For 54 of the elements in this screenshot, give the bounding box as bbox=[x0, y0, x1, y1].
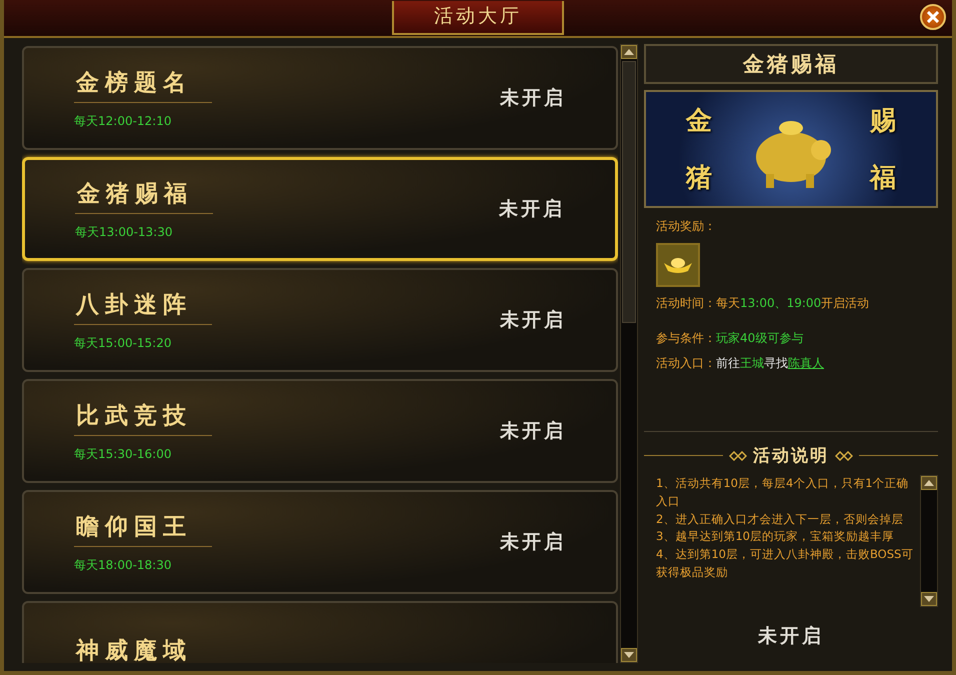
activity-name: 神威魔域 bbox=[74, 635, 212, 663]
info-line: 活动入口：前往王城寻找陈真人 bbox=[656, 354, 825, 372]
scroll-down-button[interactable] bbox=[921, 592, 937, 606]
activity-time: 每天15:30-16:00 bbox=[74, 446, 172, 462]
activity-name: 金猪赐福 bbox=[75, 178, 213, 214]
banner-text: 猪 bbox=[686, 162, 712, 195]
info-line: 活动时间：每天13:00、19:00开启活动 bbox=[656, 295, 870, 312]
activity-name: 比武竞技 bbox=[74, 400, 212, 436]
activity-time: 每天12:00-12:10 bbox=[74, 112, 172, 130]
activity-row[interactable]: 瞻仰国王 每天18:00-18:30 未开启 bbox=[22, 490, 618, 594]
up-arrow-icon bbox=[924, 480, 934, 486]
info-line: 参与条件：玩家40级可参与 bbox=[656, 330, 804, 347]
down-arrow-icon bbox=[924, 596, 934, 602]
activity-row[interactable]: 金猪赐福 每天13:00-13:30 未开启 bbox=[22, 157, 618, 261]
activity-name: 八卦迷阵 bbox=[74, 288, 212, 324]
scrollbar[interactable] bbox=[920, 475, 938, 607]
banner-text: 金 bbox=[686, 105, 712, 138]
description-text: 1、活动共有10层，每层4个入口，只有1个正确入口 bbox=[656, 475, 910, 510]
activity-row[interactable]: 八卦迷阵 每天15:00-15:20 未开启 bbox=[22, 268, 618, 372]
activity-time: 每天15:00-15:20 bbox=[74, 334, 172, 352]
scroll-up-button[interactable] bbox=[921, 476, 937, 490]
ingot-icon bbox=[662, 255, 694, 275]
activity-row[interactable]: 比武竞技 每天15:30-16:00 未开启 bbox=[22, 379, 618, 483]
activity-time: 每天13:00-13:30 bbox=[75, 224, 174, 240]
description-text: 4、达到第10层，可进入八卦神殿，击败BOSS可获得极品奖励 bbox=[656, 546, 914, 582]
activity-status: 未开启 bbox=[758, 624, 824, 649]
activity-name: 金榜题名 bbox=[74, 66, 212, 102]
activity-name: 瞻仰国王 bbox=[74, 510, 212, 546]
ornament-icon bbox=[729, 450, 747, 460]
activity-title: 金猪赐福 bbox=[644, 44, 938, 84]
close-button[interactable] bbox=[920, 4, 946, 30]
activity-time: 每天18:00-18:30 bbox=[74, 556, 172, 574]
reward-slot[interactable] bbox=[656, 243, 700, 287]
activity-status: 未开启 bbox=[500, 419, 566, 444]
scrollbar[interactable] bbox=[620, 44, 638, 663]
down-arrow-icon bbox=[624, 652, 634, 658]
reward-label: 活动奖励： bbox=[656, 218, 717, 235]
banner-text: 福 bbox=[870, 162, 896, 195]
scroll-up-button[interactable] bbox=[621, 45, 637, 59]
activity-status: 未开启 bbox=[500, 308, 566, 333]
up-arrow-icon bbox=[624, 49, 634, 55]
close-icon bbox=[927, 11, 939, 23]
activity-status: 未开启 bbox=[500, 530, 566, 555]
activity-status: 未开启 bbox=[500, 86, 566, 111]
banner-text: 赐 bbox=[870, 105, 896, 138]
description-text: 2、进入正确入口才会进入下一层，否则会掉层 bbox=[656, 510, 904, 528]
activity-row[interactable]: 神威魔域 bbox=[22, 601, 618, 663]
ornament-icon bbox=[835, 450, 853, 460]
section-heading: 活动说明 bbox=[753, 445, 829, 467]
window-title: 活动大厅 bbox=[392, 1, 564, 35]
scroll-down-button[interactable] bbox=[621, 648, 637, 662]
description-text: 3、越早达到第10层的玩家，宝箱奖励越丰厚 bbox=[656, 528, 895, 546]
activity-row[interactable]: 金榜题名 每天12:00-12:10 未开启 bbox=[22, 46, 618, 150]
activity-status: 未开启 bbox=[499, 197, 565, 222]
